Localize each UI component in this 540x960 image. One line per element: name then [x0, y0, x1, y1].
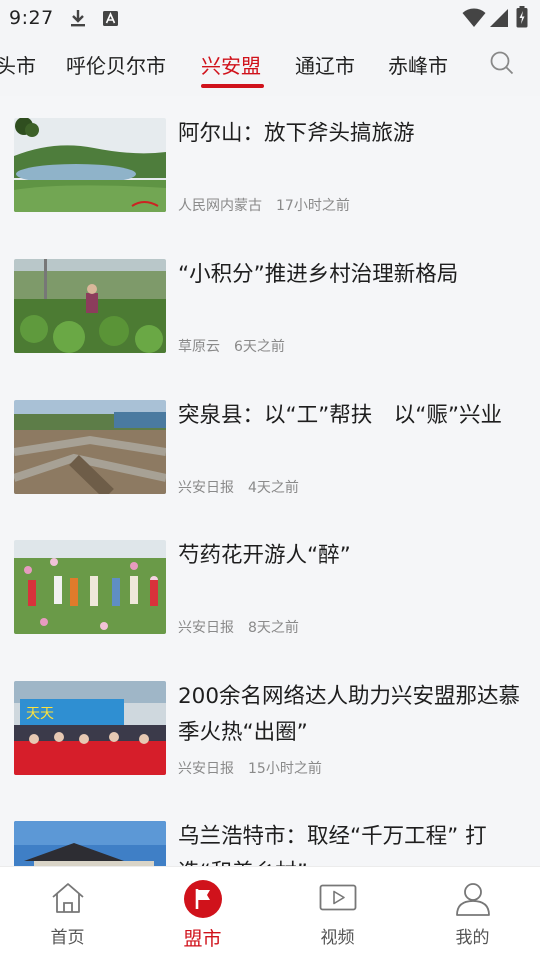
battery-icon: [516, 6, 528, 28]
nav-video-label: 视频: [320, 928, 355, 948]
news-time: 6天之前: [234, 339, 285, 355]
text-notification-icon: [103, 11, 118, 26]
news-item[interactable]: 芍药花开游人“醉” 兴安日报 8天之前: [0, 518, 540, 658]
news-time: 15小时之前: [248, 761, 322, 777]
city-tabs: 头市 呼伦贝尔市 兴安盟 通辽市 赤峰市: [0, 36, 540, 96]
wifi-icon: [462, 8, 486, 27]
nav-home-label: 首页: [50, 928, 85, 948]
nav-profile[interactable]: 我的: [405, 867, 540, 960]
news-thumbnail: [14, 540, 166, 634]
home-icon: [51, 883, 84, 913]
user-icon: [455, 883, 490, 916]
tab-xinganmeng[interactable]: 兴安盟: [201, 50, 261, 79]
news-time: 17小时之前: [276, 198, 350, 214]
news-item[interactable]: “小积分”推进乡村治理新格局 草原云 6天之前: [0, 237, 540, 377]
news-list: 阿尔山：放下斧头搞旅游 人民网内蒙古 17小时之前 “小积分”推进乡村治理新格局 …: [0, 96, 540, 866]
news-thumbnail: [14, 821, 166, 866]
nav-home[interactable]: 首页: [0, 867, 135, 960]
svg-text:天天: 天天: [26, 706, 54, 722]
search-icon[interactable]: [489, 50, 515, 76]
nav-league-city[interactable]: 盟市: [135, 867, 270, 960]
news-source: 兴安日报: [178, 480, 234, 496]
news-thumbnail: [14, 118, 166, 212]
news-title: 阿尔山：放下斧头搞旅游: [178, 121, 415, 146]
flag-icon: [183, 880, 222, 918]
news-meta: 兴安日报 8天之前: [178, 617, 299, 637]
nav-video[interactable]: 视频: [270, 867, 405, 960]
news-time: 8天之前: [248, 620, 299, 636]
status-time: 9:27: [9, 7, 54, 29]
news-thumbnail: [14, 259, 166, 353]
tab-hulunbuir[interactable]: 呼伦贝尔市: [66, 50, 166, 79]
news-title: 突泉县：以“工”帮扶 以“赈”兴业: [178, 403, 503, 428]
news-title: 芍药花开游人“醉”: [178, 543, 351, 568]
news-source: 人民网内蒙古: [178, 198, 262, 214]
news-title: 乌兰浩特市：取经“千万工程” 打造“和美乡村”: [178, 824, 487, 866]
news-item[interactable]: 乌兰浩特市：取经“千万工程” 打造“和美乡村”: [0, 799, 540, 866]
news-thumbnail: 天天: [14, 681, 166, 775]
news-meta: 兴安日报 4天之前: [178, 477, 299, 497]
news-item[interactable]: 阿尔山：放下斧头搞旅游 人民网内蒙古 17小时之前: [0, 96, 540, 236]
news-meta: 草原云 6天之前: [178, 336, 285, 356]
news-title: 200余名网络达人助力兴安盟那达慕季火热“出圈”: [178, 684, 521, 745]
news-source: 草原云: [178, 339, 220, 355]
bottom-nav: 首页 盟市 视频 我的: [0, 866, 540, 960]
status-bar: 9:27: [0, 0, 540, 36]
nav-league-city-label: 盟市: [183, 928, 222, 950]
news-meta: 兴安日报 15小时之前: [178, 758, 322, 778]
news-title: “小积分”推进乡村治理新格局: [178, 262, 459, 287]
tab-tongliao[interactable]: 通辽市: [295, 50, 355, 79]
tab-baotou[interactable]: 头市: [0, 50, 36, 79]
download-icon: [71, 10, 85, 27]
tab-chifeng[interactable]: 赤峰市: [388, 50, 448, 79]
news-source: 兴安日报: [178, 761, 234, 777]
news-source: 兴安日报: [178, 620, 234, 636]
news-item[interactable]: 天天 200余名网络达人助力兴安盟那达慕季火热“出圈” 兴安日报 15小时之前: [0, 659, 540, 799]
news-time: 4天之前: [248, 480, 299, 496]
news-item[interactable]: 突泉县：以“工”帮扶 以“赈”兴业 兴安日报 4天之前: [0, 378, 540, 518]
signal-icon: [490, 9, 508, 27]
news-thumbnail: [14, 400, 166, 494]
active-tab-indicator: [201, 84, 264, 88]
news-meta: 人民网内蒙古 17小时之前: [178, 195, 350, 215]
nav-profile-label: 我的: [455, 928, 490, 948]
video-icon: [319, 884, 356, 911]
